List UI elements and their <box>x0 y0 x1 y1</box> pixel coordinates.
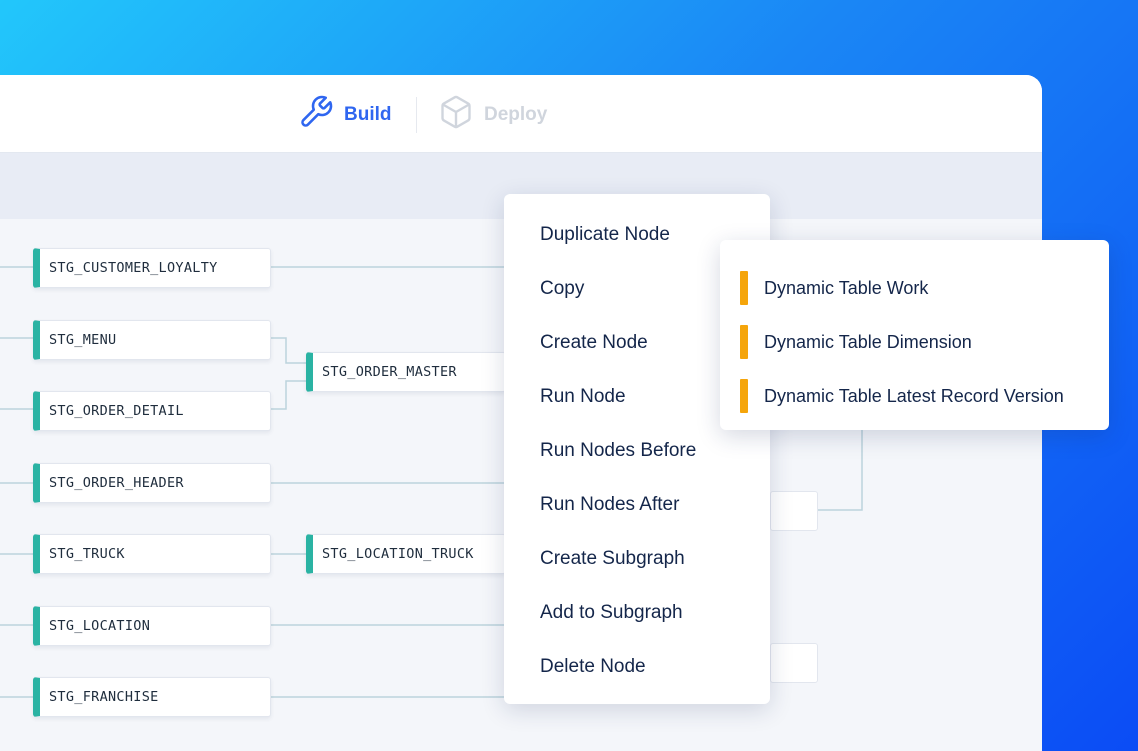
node-partial[interactable] <box>770 643 818 683</box>
node-label: STG_LOCATION <box>49 618 151 634</box>
node-stg-truck[interactable]: STG_TRUCK <box>33 534 271 574</box>
submenu-item-dynamic-table-latest-record-version[interactable]: Dynamic Table Latest Record Version <box>720 369 1109 423</box>
submenu-item-dynamic-table-dimension[interactable]: Dynamic Table Dimension <box>720 315 1109 369</box>
create-node-submenu: Dynamic Table Work Dynamic Table Dimensi… <box>720 240 1109 430</box>
node-type-marker <box>740 325 748 359</box>
menu-item-run-nodes-before[interactable]: Run Nodes Before <box>504 424 770 478</box>
submenu-item-dynamic-table-work[interactable]: Dynamic Table Work <box>720 261 1109 315</box>
node-label: STG_MENU <box>49 332 117 348</box>
node-stg-order-detail[interactable]: STG_ORDER_DETAIL <box>33 391 271 431</box>
node-label: STG_FRANCHISE <box>49 689 159 705</box>
node-partial[interactable] <box>770 491 818 531</box>
submenu-item-label: Dynamic Table Latest Record Version <box>764 385 1064 406</box>
submenu-item-label: Dynamic Table Dimension <box>764 331 972 352</box>
node-stg-customer-loyalty[interactable]: STG_CUSTOMER_LOYALTY <box>33 248 271 288</box>
node-stg-menu[interactable]: STG_MENU <box>33 320 271 360</box>
node-label: STG_ORDER_DETAIL <box>49 403 184 419</box>
menu-item-run-nodes-after[interactable]: Run Nodes After <box>504 478 770 532</box>
node-stg-franchise[interactable]: STG_FRANCHISE <box>33 677 271 717</box>
node-type-marker <box>740 379 748 413</box>
menu-item-delete-node[interactable]: Delete Node <box>504 640 770 694</box>
node-label: STG_TRUCK <box>49 546 125 562</box>
menu-item-create-subgraph[interactable]: Create Subgraph <box>504 532 770 586</box>
submenu-item-label: Dynamic Table Work <box>764 277 929 298</box>
node-label: STG_CUSTOMER_LOYALTY <box>49 260 218 276</box>
node-stg-order-master[interactable]: STG_ORDER_MASTER <box>306 352 506 392</box>
node-label: STG_ORDER_MASTER <box>322 364 457 380</box>
node-label: STG_ORDER_HEADER <box>49 475 184 491</box>
node-type-marker <box>740 271 748 305</box>
node-stg-location-truck[interactable]: STG_LOCATION_TRUCK <box>306 534 506 574</box>
menu-item-add-to-subgraph[interactable]: Add to Subgraph <box>504 586 770 640</box>
node-label: STG_LOCATION_TRUCK <box>322 546 474 562</box>
node-stg-location[interactable]: STG_LOCATION <box>33 606 271 646</box>
node-stg-order-header[interactable]: STG_ORDER_HEADER <box>33 463 271 503</box>
